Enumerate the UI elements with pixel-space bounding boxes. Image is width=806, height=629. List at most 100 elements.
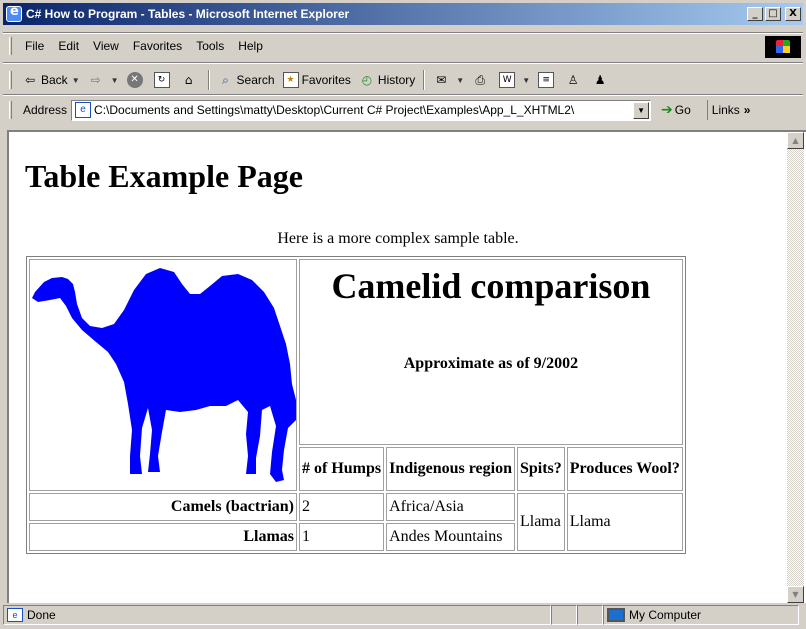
mail-button[interactable]: ✉ ▼: [429, 68, 468, 92]
internet-explorer-icon[interactable]: [6, 4, 22, 22]
close-button[interactable]: X: [785, 7, 801, 21]
table-row: Camels (bactrian) 2 Africa/Asia Llama Ll…: [29, 493, 683, 551]
menu-edit[interactable]: Edit: [51, 39, 86, 53]
window-controls: _ □ X: [747, 7, 801, 21]
menu-tools[interactable]: Tools: [189, 39, 231, 53]
favorites-icon: ★: [282, 72, 299, 88]
menu-grip[interactable]: [9, 37, 12, 55]
back-button[interactable]: ⇦ Back ▼: [18, 68, 84, 92]
refresh-button[interactable]: ↻: [150, 68, 177, 92]
back-dropdown-icon[interactable]: ▼: [72, 76, 80, 85]
title-bar: C# How to Program - Tables - Microsoft I…: [3, 3, 803, 25]
edit-button[interactable]: W ▼: [495, 68, 534, 92]
row-header: Camels (bactrian): [29, 493, 297, 521]
status-pane-empty: [551, 605, 577, 625]
edit-dropdown-icon[interactable]: ▼: [522, 76, 530, 85]
address-label: Address: [23, 103, 68, 117]
forward-button[interactable]: ⇨ ▼: [84, 68, 123, 92]
camel-image-cell: [29, 259, 297, 491]
search-icon: ⌕: [222, 73, 229, 87]
messenger-button[interactable]: ♙: [561, 68, 588, 92]
contacts-button[interactable]: ♟: [588, 68, 615, 92]
favorites-label: Favorites: [301, 73, 351, 87]
toolbar-grip[interactable]: [9, 71, 12, 89]
region-cell: Africa/Asia: [386, 493, 515, 521]
edit-icon: W: [499, 72, 516, 88]
status-text-pane: e Done: [3, 605, 551, 625]
print-button[interactable]: ⎙: [468, 68, 495, 92]
camel-image: [32, 268, 296, 482]
column-header-humps: # of Humps: [299, 446, 385, 491]
chevron-right-icon[interactable]: »: [744, 103, 751, 117]
standard-toolbar: ⇦ Back ▼ ⇨ ▼ ✕ ↻ ⌂ ⌕ Search ★ Favorites …: [3, 66, 803, 94]
home-icon: ⌂: [184, 73, 193, 87]
region-cell: Andes Mountains: [386, 523, 515, 551]
column-header-spits: Spits?: [516, 446, 565, 491]
menu-help[interactable]: Help: [231, 39, 270, 53]
links-label: Links: [711, 103, 740, 117]
print-icon: ⎙: [475, 73, 485, 87]
back-arrow-icon: ⇦: [24, 73, 36, 87]
column-header-region: Indigenous region: [386, 446, 515, 491]
zone-text: My Computer: [629, 608, 702, 622]
divider: [3, 62, 803, 64]
history-label: History: [377, 73, 416, 87]
toolbar-separator: [207, 70, 210, 90]
home-button[interactable]: ⌂: [177, 68, 204, 92]
menu-favorites[interactable]: Favorites: [126, 39, 189, 53]
search-button[interactable]: ⌕ Search: [214, 68, 279, 92]
menu-file[interactable]: File: [18, 39, 51, 53]
my-computer-icon: [607, 608, 625, 622]
humps-cell: 2: [299, 493, 385, 521]
address-grip[interactable]: [9, 101, 12, 119]
address-dropdown-icon[interactable]: ▼: [633, 101, 650, 119]
go-label: Go: [674, 103, 691, 117]
messenger-icon: ♙: [567, 73, 579, 87]
mail-icon: ✉: [436, 73, 447, 87]
status-bar: e Done My Computer: [3, 604, 803, 626]
minimize-button[interactable]: _: [747, 7, 763, 21]
contacts-icon: ♟: [594, 73, 606, 87]
search-label: Search: [236, 73, 275, 87]
mail-dropdown-icon[interactable]: ▼: [456, 76, 464, 85]
row-header: Llamas: [29, 523, 297, 551]
browser-window: C# How to Program - Tables - Microsoft I…: [0, 0, 806, 629]
address-input[interactable]: e C:\Documents and Settings\matty\Deskto…: [71, 99, 652, 121]
address-value[interactable]: C:\Documents and Settings\matty\Desktop\…: [94, 103, 633, 117]
forward-arrow-icon: ⇨: [90, 73, 101, 87]
discuss-icon: ≡: [538, 72, 555, 88]
menu-view[interactable]: View: [86, 39, 126, 53]
go-button[interactable]: ➔ Go: [661, 102, 691, 118]
spits-cell: Llama: [516, 493, 565, 551]
go-arrow-icon: ➔: [661, 102, 673, 118]
back-label: Back: [41, 73, 68, 87]
stop-icon: ✕: [126, 72, 143, 88]
address-bar: Address e C:\Documents and Settings\matt…: [3, 96, 803, 124]
scroll-down-icon[interactable]: ▼: [787, 586, 804, 603]
divider: [3, 32, 803, 34]
toolbar-separator: [423, 70, 426, 90]
history-button[interactable]: ◴ History: [355, 68, 419, 92]
zone-pane: My Computer: [603, 605, 799, 625]
links-button[interactable]: Links »: [706, 100, 751, 120]
window-title: C# How to Program - Tables - Microsoft I…: [26, 7, 350, 21]
web-page: Table Example Page Here is a more comple…: [9, 132, 787, 603]
stop-button[interactable]: ✕: [123, 68, 150, 92]
history-icon: ◴: [361, 73, 373, 87]
discuss-button[interactable]: ≡: [534, 68, 561, 92]
page-icon: e: [75, 102, 92, 118]
maximize-button[interactable]: □: [765, 7, 781, 21]
table-caption: Here is a more complex sample table.: [277, 230, 519, 247]
status-pane-empty: [577, 605, 603, 625]
scroll-up-icon[interactable]: ▲: [787, 132, 804, 149]
favorites-button[interactable]: ★ Favorites: [279, 68, 355, 92]
page-heading: Table Example Page: [25, 158, 303, 194]
page-done-icon: e: [7, 608, 23, 622]
vertical-scrollbar[interactable]: ▲ ▼: [787, 132, 804, 603]
column-header-wool: Produces Wool?: [566, 446, 683, 491]
camelid-table: Camelid comparison Approximate as of 9/2…: [26, 256, 686, 554]
table-subtitle: Approximate as of 9/2002: [403, 355, 579, 372]
refresh-icon: ↻: [153, 72, 170, 88]
forward-dropdown-icon[interactable]: ▼: [111, 76, 119, 85]
table-title: Camelid comparison: [331, 266, 651, 306]
